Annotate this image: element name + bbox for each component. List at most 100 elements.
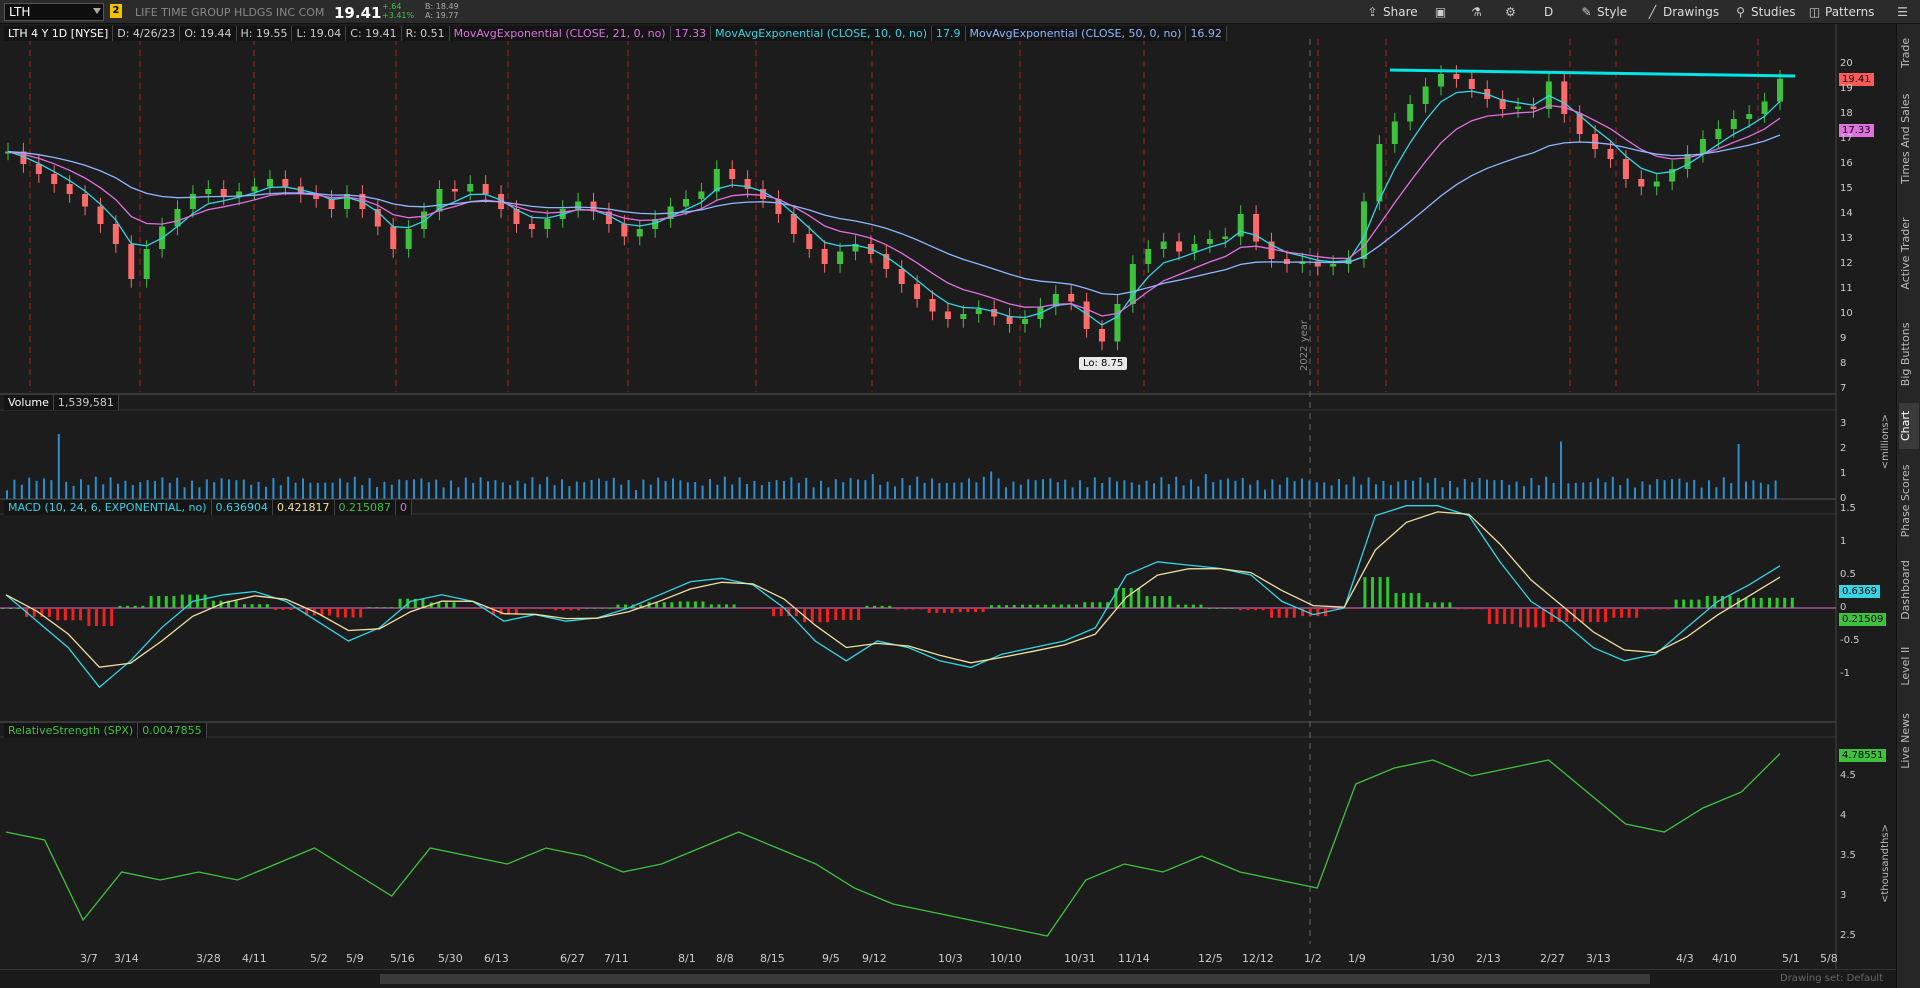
macd-histogram-bar: [1433, 602, 1437, 608]
macd-histogram-bar: [1277, 608, 1281, 618]
volume-bar: [1419, 477, 1422, 499]
chart-area[interactable]: LTH 4 Y 1D [NYSE] D: 4/26/23 O: 19.44 H:…: [0, 24, 1896, 978]
macd-histogram-bar: [1464, 608, 1468, 610]
macd-histogram-bar: [1588, 608, 1592, 623]
volume-bar: [435, 479, 438, 499]
macd-histogram-bar: [1643, 608, 1647, 610]
tab-trade[interactable]: Trade: [1899, 30, 1919, 76]
tab-times-and-sales[interactable]: Times And Sales: [1899, 80, 1919, 198]
ema21-label[interactable]: MovAvgExponential (CLOSE, 21, 0, no): [449, 26, 671, 41]
macd-histogram-bar: [1479, 608, 1483, 610]
macd-histogram-bar: [1, 608, 5, 609]
macd-histogram-bar: [1604, 608, 1608, 623]
macd-histogram-bar: [1145, 596, 1149, 608]
ema10-label[interactable]: MovAvgExponential (CLOSE, 10, 0, no): [711, 26, 933, 41]
macd-histogram-bar: [336, 608, 340, 618]
menu-button[interactable]: ☰: [1896, 3, 1909, 21]
volume-bar: [353, 476, 356, 499]
macd-histogram-bar: [188, 594, 192, 608]
candle-body: [1099, 329, 1106, 342]
volume-bar: [516, 480, 519, 499]
volume-bar: [220, 478, 223, 499]
macd-histogram-bar: [1184, 604, 1188, 608]
volume-bar: [457, 487, 460, 499]
candle-body: [220, 189, 227, 197]
macd-histogram-bar: [686, 601, 690, 608]
settings-button[interactable]: ⚙: [1504, 3, 1517, 21]
macd-histogram-bar: [1028, 604, 1032, 608]
link-group-badge[interactable]: 2: [110, 4, 122, 18]
volume-bar: [538, 484, 541, 499]
bid-ask: B: 18.49 A: 19.77: [425, 2, 459, 20]
last-price: 19.41: [334, 4, 382, 22]
share-button[interactable]: ⇪ Share: [1366, 3, 1417, 21]
studies-button[interactable]: ⚲ Studies: [1734, 3, 1795, 21]
rs-title[interactable]: RelativeStrength (SPX): [4, 723, 139, 738]
volume-bar: [1382, 480, 1385, 499]
ema50-value: 16.92: [1186, 26, 1227, 41]
candle-body: [1330, 264, 1337, 267]
macd-histogram-bar: [834, 608, 838, 621]
macd-histogram-bar: [577, 608, 581, 611]
price-y-tick: 10: [1840, 308, 1853, 319]
tab-dashboard[interactable]: Dashboard: [1899, 553, 1919, 628]
macd-histogram-bar: [981, 608, 985, 613]
volume-bar: [1626, 478, 1629, 499]
macd-histogram-bar: [375, 607, 379, 609]
candle-body: [837, 251, 844, 264]
tab-active-trader[interactable]: Active Trader: [1899, 202, 1919, 306]
candle-body: [621, 224, 628, 237]
volume-bar: [102, 484, 105, 499]
macd-histogram-bar: [1619, 608, 1623, 618]
patterns-button[interactable]: ◫ Patterns: [1808, 3, 1875, 21]
macd-histogram-bar: [1448, 602, 1452, 608]
tab-live-news[interactable]: Live News: [1899, 704, 1919, 779]
macd-histogram-bar: [1215, 607, 1219, 609]
scroll-thumb[interactable]: [380, 974, 1650, 984]
macd-title[interactable]: MACD (10, 24, 6, EXPONENTIAL, no): [4, 500, 212, 515]
volume-bar: [1648, 484, 1651, 499]
volume-bar: [57, 434, 60, 499]
chart-canvas[interactable]: [0, 24, 1896, 970]
macd-y-tick: 0: [1840, 602, 1847, 613]
volume-bar: [191, 480, 193, 499]
chart-scrollbar[interactable]: Drawing set: Default: [0, 969, 1896, 988]
tab-level-ii[interactable]: Level II: [1899, 632, 1919, 700]
macd-histogram-bar: [141, 605, 145, 608]
flask-button[interactable]: ⚗: [1470, 3, 1483, 21]
chevron-down-icon[interactable]: [93, 8, 101, 14]
style-button[interactable]: ✎ Style: [1580, 3, 1627, 21]
snapshot-button[interactable]: ▣: [1434, 3, 1447, 21]
period-button[interactable]: D: [1544, 3, 1553, 21]
volume-bar: [87, 484, 90, 499]
tab-chart[interactable]: Chart: [1899, 402, 1919, 449]
volume-bar: [1722, 477, 1725, 499]
volume-bar: [1604, 482, 1607, 499]
macd-histogram-bar: [880, 605, 884, 608]
macd-histogram-bar: [911, 608, 915, 610]
tab-big-buttons[interactable]: Big Buttons: [1899, 310, 1919, 399]
macd-histogram-bar: [1355, 608, 1359, 609]
volume-bar: [642, 479, 645, 499]
volume-bar: [1663, 480, 1666, 499]
macd-histogram-bar: [1759, 597, 1763, 608]
symbol-input[interactable]: LTH: [4, 3, 104, 21]
macd-histogram-bar: [1627, 608, 1631, 618]
volume-bar: [598, 478, 600, 499]
ema50-label[interactable]: MovAvgExponential (CLOSE, 50, 0, no): [965, 26, 1187, 41]
drawings-button[interactable]: ╱ Drawings: [1646, 3, 1719, 21]
tab-phase-scores[interactable]: Phase Scores: [1899, 453, 1919, 549]
volume-bar: [1375, 484, 1377, 499]
macd-histogram-bar: [1332, 608, 1336, 609]
macd-histogram-bar: [1713, 595, 1717, 608]
macd-histogram-bar: [1456, 608, 1460, 610]
x-axis-tick: 10/3: [938, 952, 963, 965]
candle-body: [1068, 294, 1075, 302]
volume-bar: [664, 481, 667, 499]
volume-bar: [1456, 487, 1459, 499]
volume-bar: [1338, 478, 1340, 499]
macd-hist-badge: 0.21509: [1839, 613, 1887, 626]
flask-icon: ⚗: [1471, 4, 1482, 19]
ohlc-low: L: 19.04: [292, 26, 347, 41]
macd-histogram-bar: [499, 608, 503, 615]
